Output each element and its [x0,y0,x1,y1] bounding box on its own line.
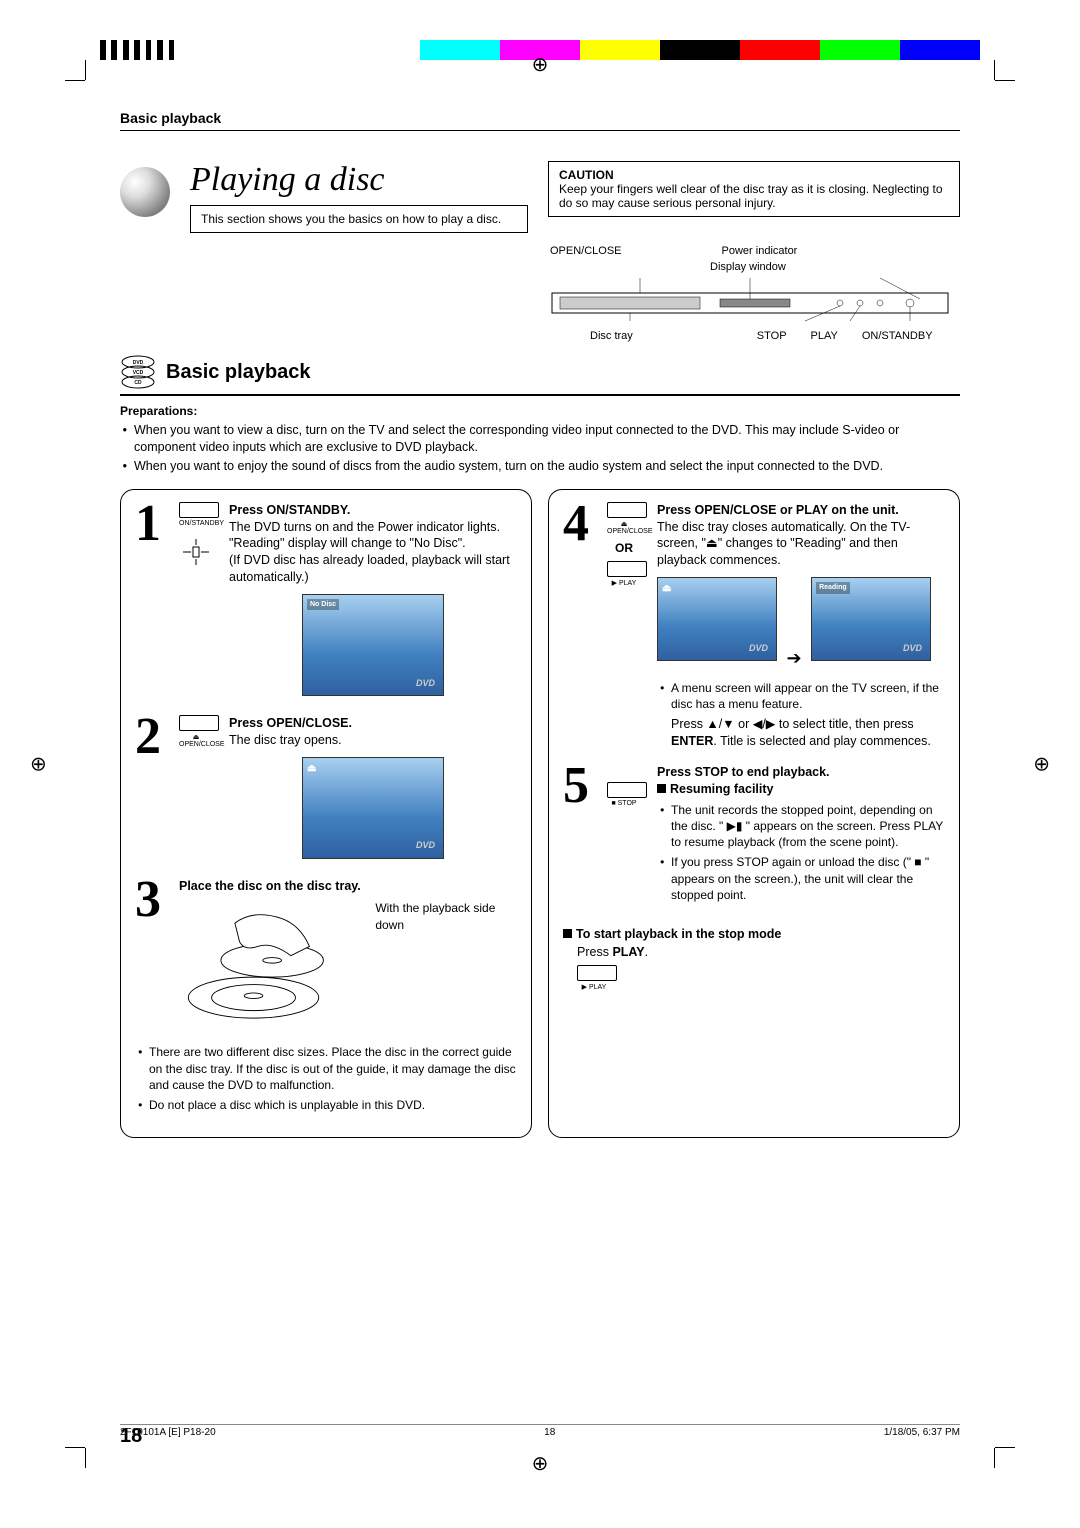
resuming-facility-heading: Resuming facility [657,781,945,798]
dvd-player-illustration [550,273,950,323]
note-item: Do not place a disc which is unplayable … [149,1097,517,1113]
caution-heading: CAUTION [559,168,949,182]
open-close-button-icon: ⏏ OPEN/CLOSE [179,715,213,864]
step-title: Press OPEN/CLOSE. [229,715,517,732]
player-diagram: OPEN/CLOSE Power indicator Display windo… [550,245,960,342]
preparations-heading: Preparations: [120,404,960,418]
step-text: The disc tray opens. [229,732,517,749]
step-text: The disc tray closes automatically. On t… [657,519,945,570]
step-number: 2 [135,715,169,864]
open-close-play-buttons-icon: ⏏ OPEN/CLOSE OR ▶ PLAY [607,502,641,750]
diagram-label: OPEN/CLOSE [550,245,622,257]
stop-button-icon: ■ STOP [607,782,641,907]
section-title: Basic playback [166,361,311,384]
footer-left: 2F10101A [E] P18-20 [120,1427,216,1438]
svg-text:CD: CD [134,380,142,386]
disc-tray-illustration [179,900,365,1030]
step-note: Press ▲/▼ or ◀/▶ to select title, then p… [657,716,945,750]
play-button-icon: ▶ PLAY [577,965,611,991]
step-title: Press ON/STANDBY. [229,502,517,519]
crop-mark [975,80,995,100]
crop-mark [975,1428,995,1448]
subtitle-box: This section shows you the basics on how… [190,205,528,233]
arrow-right-icon: ➔ [786,646,801,670]
note-item: There are two different disc sizes. Plac… [149,1044,517,1093]
registration-mark-icon: ⊕ [532,1451,549,1476]
tv-screen-illustration: ⏏ DVD [657,577,777,661]
step-text: The DVD turns on and the Power indicator… [229,519,517,536]
step-5: 5 ■ STOP Press STOP to end playback. Res… [563,764,945,907]
start-playback-text: Press PLAY. [577,945,945,959]
step-3: 3 Place the disc on the disc tray. [135,878,517,1031]
start-playback-heading: To start playback in the stop mode [563,927,945,941]
step-number: 4 [563,502,597,750]
preparation-item: When you want to view a disc, turn on th… [134,422,960,456]
svg-text:DVD: DVD [133,360,144,366]
decorative-sphere-icon [120,167,170,217]
step-2: 2 ⏏ OPEN/CLOSE Press OPEN/CLOSE. The dis… [135,715,517,864]
svg-text:VCD: VCD [133,370,144,376]
tv-screen-illustration: ⏏ DVD [302,757,444,859]
registration-mark-icon: ⊕ [1033,752,1050,777]
diagram-label: Power indicator [722,245,798,257]
step-note: A menu screen will appear on the TV scre… [671,680,945,712]
left-notes-list: There are two different disc sizes. Plac… [135,1044,517,1113]
registration-mark-icon: ⊕ [30,752,47,777]
crop-mark [85,80,105,100]
step-4: 4 ⏏ OPEN/CLOSE OR ▶ PLAY Press OPEN/CLOS… [563,502,945,750]
step-number: 5 [563,764,597,907]
step-text: "Reading" display will change to "No Dis… [229,535,517,552]
step-title: Place the disc on the disc tray. [179,878,517,895]
footer-right: 1/18/05, 6:37 PM [884,1427,960,1438]
page-title: Playing a disc [190,161,528,199]
footer-center: 18 [544,1427,555,1438]
steps-column-right: 4 ⏏ OPEN/CLOSE OR ▶ PLAY Press OPEN/CLOS… [548,489,960,1139]
steps-column-left: 1 ON/STANDBY Press ON/STANDBY [120,489,532,1139]
caution-text: Keep your fingers well clear of the disc… [559,182,949,210]
diagram-label: ON/STANDBY [862,330,933,342]
step-title: Press OPEN/CLOSE or PLAY on the unit. [657,502,945,519]
diagram-label: PLAY [811,330,838,342]
registration-mark-icon: ⊕ [532,52,549,77]
diagram-label: Display window [710,261,960,273]
diagram-label: Disc tray [590,330,633,342]
disc-types-icon: DVD VCD CD [120,354,156,390]
header-rule [120,130,960,131]
tv-screen-illustration: Reading DVD [811,577,931,661]
resuming-bullet: If you press STOP again or unload the di… [671,854,945,903]
step-number: 3 [135,878,169,1031]
resuming-bullet: The unit records the stopped point, depe… [671,802,945,851]
step-text: With the playback side down [375,900,517,1030]
print-footer: 2F10101A [E] P18-20 18 1/18/05, 6:37 PM [120,1424,960,1438]
caution-box: CAUTION Keep your fingers well clear of … [548,161,960,217]
diagram-label: STOP [757,330,787,342]
preparation-item: When you want to enjoy the sound of disc… [134,458,960,475]
header-section-label: Basic playback [120,110,960,126]
step-text: (If DVD disc has already loaded, playbac… [229,552,517,586]
tv-screen-illustration: No Disc DVD [302,594,444,696]
section-rule [120,394,960,396]
step-number: 1 [135,502,169,701]
step-title: Press STOP to end playback. [657,764,945,781]
step-1: 1 ON/STANDBY Press ON/STANDBY [135,502,517,701]
preparations-list: When you want to view a disc, turn on th… [120,422,960,475]
crop-mark [85,1428,105,1448]
on-standby-button-icon: ON/STANDBY [179,502,213,701]
